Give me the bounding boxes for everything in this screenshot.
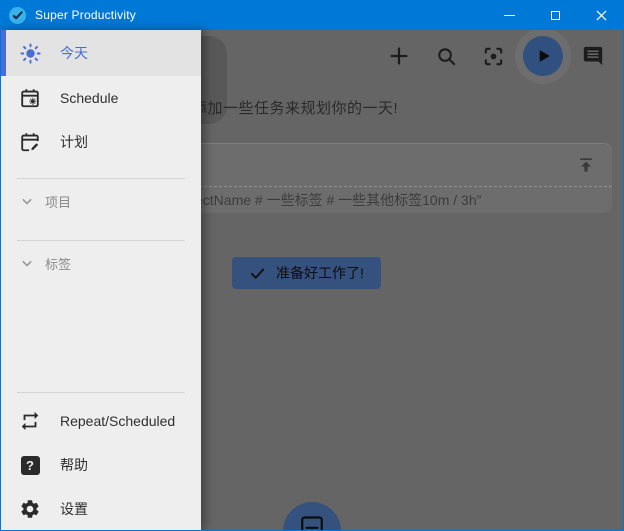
add-task-input[interactable] (201, 144, 612, 187)
maximize-icon (551, 11, 560, 20)
play-icon (533, 46, 553, 66)
close-button[interactable] (578, 0, 624, 30)
empty-state-heading: 添加一些任务来规划你的一天! (201, 97, 398, 118)
bottom-add-task-fab[interactable] (283, 502, 341, 531)
close-icon (596, 10, 607, 21)
help-icon: ? (18, 453, 42, 477)
focus-mode-icon (482, 45, 505, 68)
focus-mode-button[interactable] (476, 36, 510, 76)
keyboard-icon (299, 511, 325, 531)
ready-to-work-button[interactable]: 准备好工作了! (232, 257, 381, 289)
add-task-bar: ectName # 一些标签 # 一些其他标签10m / 3h” (201, 143, 612, 213)
sidebar-item-label: Repeat/Scheduled (60, 413, 175, 429)
minimize-button[interactable] (486, 0, 532, 30)
window-controls (486, 0, 624, 30)
calendar-sun-icon (18, 86, 42, 110)
sidebar-item-today[interactable]: 今天 (1, 30, 201, 76)
sidebar-group-tags[interactable]: 标签 (1, 241, 201, 285)
sidebar-item-label: 帮助 (60, 455, 88, 475)
calendar-edit-icon (18, 130, 42, 154)
window-title: Super Productivity (35, 8, 136, 22)
sidebar-item-label: 设置 (60, 499, 88, 519)
chevron-down-icon (17, 253, 37, 273)
sidebar-item-label: 今天 (60, 43, 88, 63)
titlebar[interactable]: Super Productivity (0, 0, 624, 30)
check-icon (249, 265, 266, 282)
maximize-button[interactable] (532, 0, 578, 30)
plus-icon (387, 44, 411, 68)
chevron-down-icon (17, 191, 37, 211)
search-button[interactable] (429, 36, 463, 76)
sidebar-item-label: 计划 (60, 132, 88, 152)
app-window: Super Productivity 今天 (0, 0, 624, 531)
feedback-button[interactable] (576, 36, 610, 76)
repeat-icon (18, 409, 42, 433)
play-button[interactable] (523, 36, 563, 76)
add-task-hint: ectName # 一些标签 # 一些其他标签10m / 3h” (201, 187, 612, 213)
main-content: 添加一些任务来规划你的一天! ectName # 一些标签 # 一些其他标签10… (201, 30, 623, 531)
sidebar-item-settings[interactable]: 设置 (1, 487, 201, 531)
search-icon (435, 45, 458, 68)
sidebar-group-label: 项目 (45, 192, 71, 211)
sidebar-item-repeat-scheduled[interactable]: Repeat/Scheduled (1, 399, 201, 443)
sidebar-item-schedule[interactable]: Schedule (1, 76, 201, 120)
sidebar: 今天 Schedule (1, 30, 201, 531)
sidebar-item-planner[interactable]: 计划 (1, 120, 201, 164)
comment-icon (582, 45, 604, 67)
app-logo-icon (9, 7, 26, 24)
publish-icon[interactable] (576, 155, 596, 175)
sidebar-item-help[interactable]: ? 帮助 (1, 443, 201, 487)
gear-icon (18, 497, 42, 521)
minimize-icon (504, 15, 515, 16)
sidebar-group-label: 标签 (45, 254, 71, 273)
add-task-button[interactable] (382, 36, 416, 76)
ready-to-work-label: 准备好工作了! (276, 263, 364, 283)
sidebar-item-label: Schedule (60, 90, 118, 106)
sidebar-group-projects[interactable]: 项目 (1, 179, 201, 223)
main-toolbar (382, 36, 610, 76)
sun-icon (18, 41, 42, 65)
